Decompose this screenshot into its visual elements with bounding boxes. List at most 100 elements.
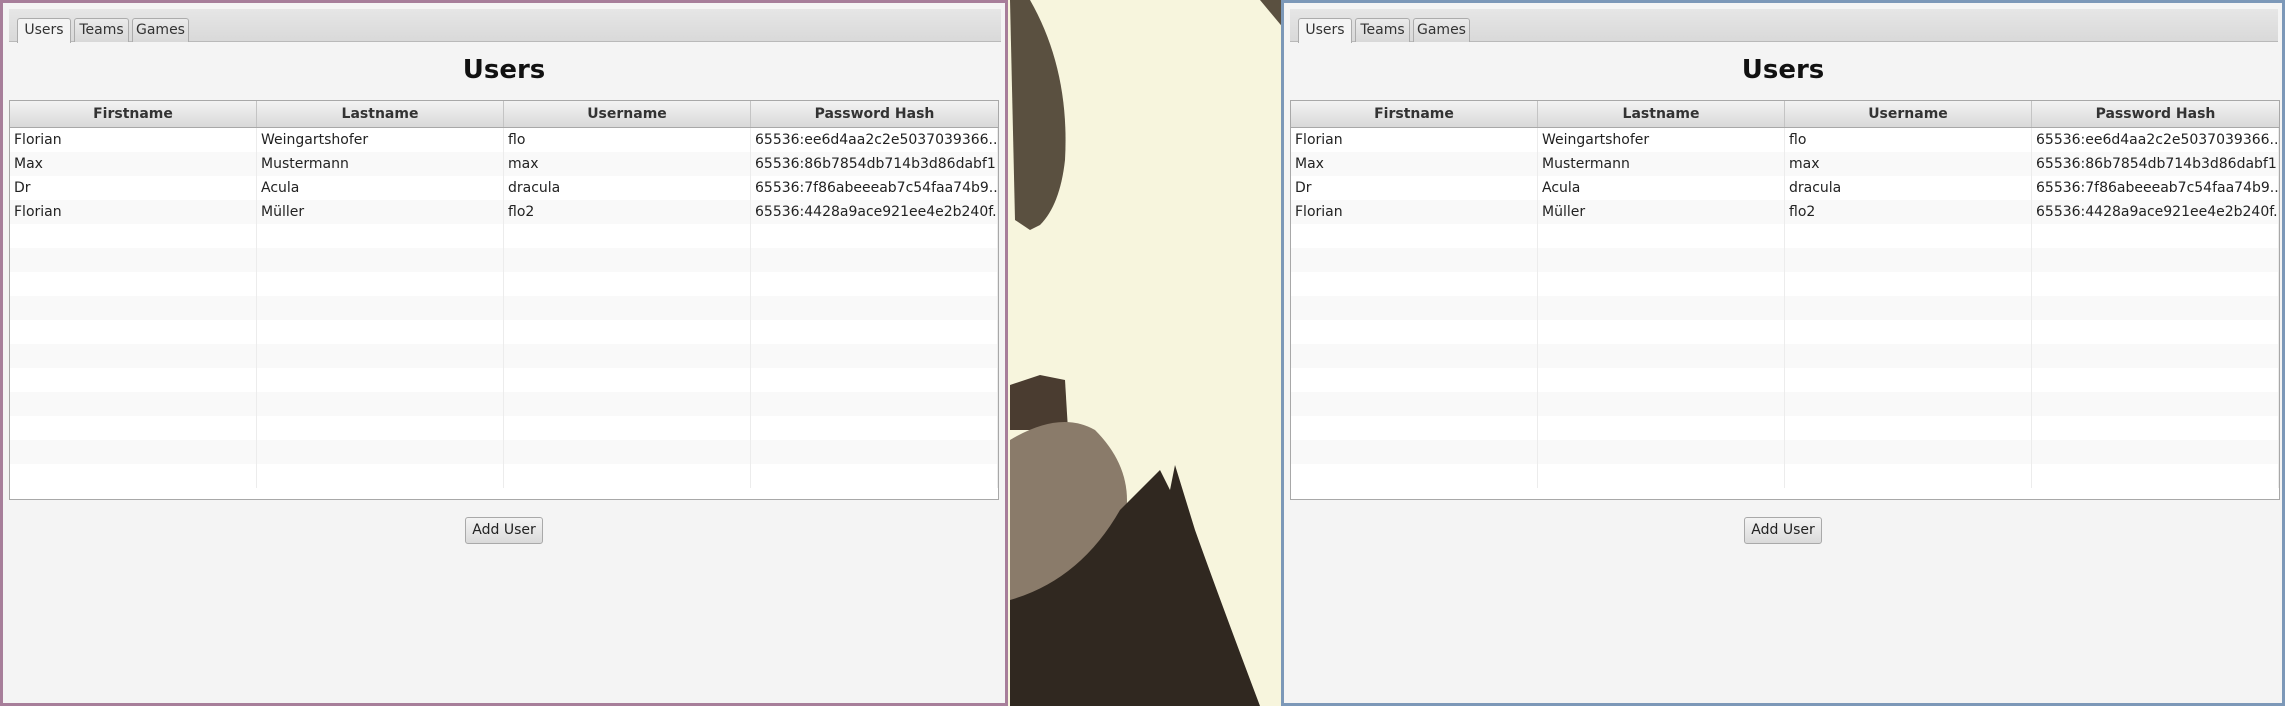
table-cell [1538,440,1785,464]
table-cell [751,224,998,248]
table-cell: Max [10,152,257,176]
table-cell [10,248,257,272]
empty-table-row [10,248,998,272]
table-row[interactable]: Max Mustermann max 65536:86b7854db714b3d86d… [1291,152,2279,176]
table-cell [257,272,504,296]
users-table[interactable]: Firstname Lastname Username Password Has… [1290,100,2280,500]
empty-table-row [10,272,998,296]
table-cell [2032,296,2279,320]
table-cell: Florian [10,128,257,152]
table-cell [10,464,257,488]
table-cell [751,296,998,320]
tab-teams[interactable]: Teams [1355,18,1410,42]
table-cell [751,416,998,440]
table-cell [10,368,257,392]
table-cell: 65536:86b7854db714b3d86dabf1... [2032,152,2279,176]
table-cell [10,320,257,344]
empty-table-row [1291,368,2279,392]
table-cell: Mustermann [257,152,504,176]
table-cell [1538,368,1785,392]
table-row[interactable]: Max Mustermann max 65536:86b7854db714b3d86d… [10,152,998,176]
table-cell: Florian [1291,128,1538,152]
tab-games[interactable]: Games [132,18,189,42]
table-cell [1291,272,1538,296]
users-table[interactable]: Firstname Lastname Username Password Has… [9,100,999,500]
column-header-password-hash[interactable]: Password Hash [751,101,998,127]
tab-bar: Users Teams Games [9,9,1001,43]
tab-teams[interactable]: Teams [74,18,129,42]
page-title: Users [462,55,546,85]
table-cell: Weingartshofer [1538,128,1785,152]
table-cell [1785,416,2032,440]
empty-table-row [1291,248,2279,272]
table-cell [2032,392,2279,416]
column-header-lastname[interactable]: Lastname [1538,101,1785,127]
column-header-firstname[interactable]: Firstname [1291,101,1538,127]
empty-table-row [10,392,998,416]
table-cell: 65536:4428a9ace921ee4e2b240f... [2032,200,2279,224]
table-row[interactable]: Florian Weingartshofer flo 65536:ee6d4aa2c2… [10,128,998,152]
table-row[interactable]: Dr Acula dracula 65536:7f86abeeeab7c54faa74… [1291,176,2279,200]
column-header-password-hash[interactable]: Password Hash [2032,101,2279,127]
tab-games[interactable]: Games [1413,18,1470,42]
table-cell [257,440,504,464]
table-cell [10,296,257,320]
add-user-button[interactable]: Add User [465,517,543,544]
tab-bar: Users Teams Games [1290,9,2278,43]
table-cell [1291,224,1538,248]
table-cell: Weingartshofer [257,128,504,152]
empty-table-row [10,344,998,368]
table-cell: Florian [1291,200,1538,224]
table-cell [751,248,998,272]
column-header-firstname[interactable]: Firstname [10,101,257,127]
table-cell: Acula [1538,176,1785,200]
table-cell [504,440,751,464]
table-cell [10,416,257,440]
table-row[interactable]: Florian Müller flo2 65536:4428a9ace921ee4e2… [1291,200,2279,224]
table-cell [751,440,998,464]
table-cell: 65536:7f86abeeeab7c54faa74b9... [751,176,998,200]
table-row[interactable]: Dr Acula dracula 65536:7f86abeeeab7c54faa74… [10,176,998,200]
table-cell [257,344,504,368]
table-cell [2032,272,2279,296]
table-cell [2032,464,2279,488]
empty-table-row [1291,272,2279,296]
table-cell [257,464,504,488]
column-header-username[interactable]: Username [504,101,751,127]
table-cell: Acula [257,176,504,200]
table-cell: Max [1291,152,1538,176]
empty-table-row [10,224,998,248]
column-header-username[interactable]: Username [1785,101,2032,127]
table-cell: Florian [10,200,257,224]
table-cell [504,320,751,344]
empty-table-row [10,296,998,320]
table-cell [504,368,751,392]
table-cell [1785,392,2032,416]
tab-users[interactable]: Users [1298,18,1352,43]
table-cell [257,296,504,320]
table-cell [751,344,998,368]
table-cell [1538,272,1785,296]
table-cell [1291,248,1538,272]
empty-table-row [1291,416,2279,440]
table-cell [257,368,504,392]
tab-users[interactable]: Users [17,18,71,43]
table-cell [1291,320,1538,344]
table-cell [1785,440,2032,464]
table-cell: Dr [1291,176,1538,200]
empty-table-row [10,368,998,392]
table-row[interactable]: Florian Müller flo2 65536:4428a9ace921ee4e2… [10,200,998,224]
table-cell [1291,296,1538,320]
users-window-right: Users Teams Games Users Firstname Lastna… [1281,0,2285,706]
table-cell: flo [504,128,751,152]
table-cell [504,344,751,368]
add-user-button[interactable]: Add User [1744,517,1822,544]
table-cell [1538,392,1785,416]
table-cell: 65536:ee6d4aa2c2e5037039366... [751,128,998,152]
table-cell [504,464,751,488]
table-cell [1538,224,1785,248]
table-row[interactable]: Florian Weingartshofer flo 65536:ee6d4aa2c2… [1291,128,2279,152]
empty-table-row [1291,464,2279,488]
table-cell [751,368,998,392]
column-header-lastname[interactable]: Lastname [257,101,504,127]
